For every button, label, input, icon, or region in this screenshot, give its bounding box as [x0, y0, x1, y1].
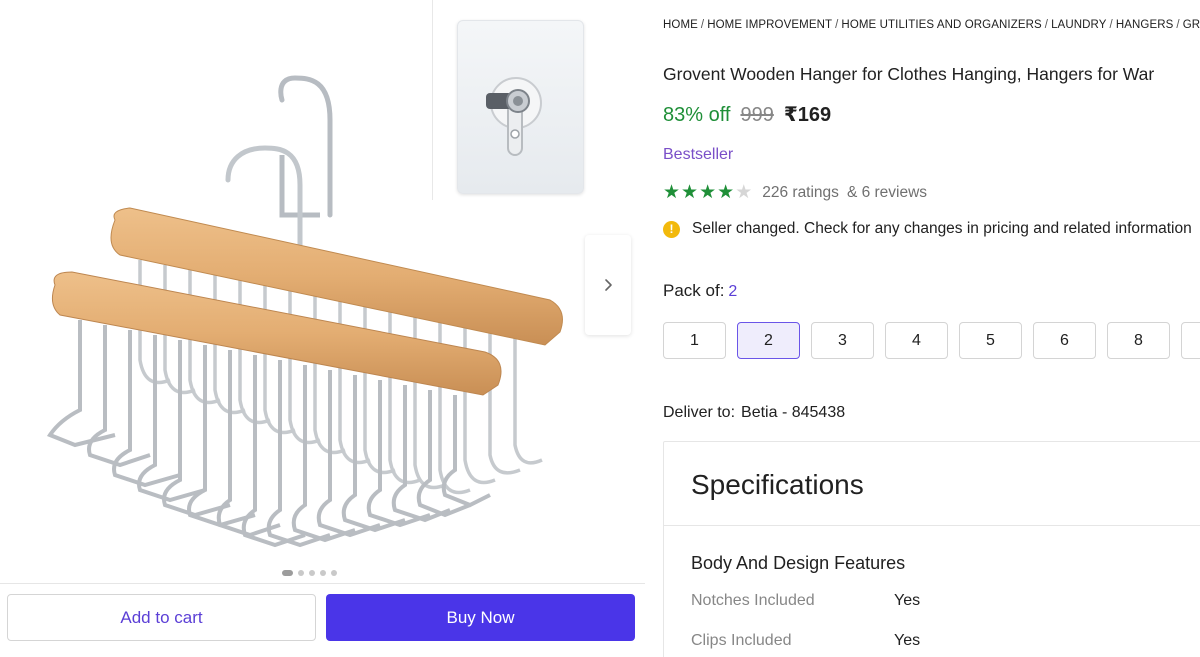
pack-option-1[interactable]: 1: [663, 322, 726, 359]
pagination-dot[interactable]: [282, 570, 293, 576]
breadcrumb-separator: /: [700, 19, 705, 31]
breadcrumb-home-improvement[interactable]: HOME IMPROVEMENT: [707, 19, 832, 31]
breadcrumb-home[interactable]: HOME: [663, 19, 698, 31]
seller-notice-text: Seller changed. Check for any changes in…: [692, 220, 1192, 237]
thumbnail-adhesive-hook[interactable]: [457, 20, 584, 194]
pack-option-5[interactable]: 5: [959, 322, 1022, 359]
deliver-to-label: Deliver to:: [663, 404, 736, 421]
seller-notice: ! Seller changed. Check for any changes …: [663, 220, 1192, 238]
reviews-count: & 6 reviews: [846, 183, 928, 201]
bestseller-badge: Bestseller: [663, 146, 734, 163]
spec-section-title: Body And Design Features: [691, 553, 906, 573]
spec-row: Clips Included Yes: [691, 632, 920, 650]
pack-of-label: Pack of: 2: [663, 281, 737, 301]
breadcrumb-separator: /: [1044, 19, 1049, 31]
gallery-divider: [0, 583, 645, 584]
pack-option-2[interactable]: 2: [737, 322, 800, 359]
spec-value: Yes: [894, 632, 921, 649]
star-icon: ★: [699, 182, 717, 203]
star-rating: ★ ★ ★ ★ ★: [663, 183, 752, 202]
delivery-location[interactable]: Deliver to: Betia - 845438: [663, 404, 845, 422]
breadcrumb-laundry[interactable]: LAUNDRY: [1051, 19, 1106, 31]
spec-key: Clips Included: [691, 632, 792, 649]
breadcrumb-separator: /: [1109, 19, 1113, 31]
product-title: Grovent Wooden Hanger for Clothes Hangin…: [663, 64, 1155, 84]
price-row: 83% off 999 ₹169: [663, 102, 831, 127]
pack-of-selected-value: 2: [728, 283, 738, 300]
product-gallery: Add to cart Buy Now: [0, 0, 645, 657]
product-details: HOME / HOME IMPROVEMENT / HOME UTILITIES AND…: [663, 0, 1200, 657]
breadcrumb-grovent[interactable]: GROV: [1183, 19, 1200, 31]
spec-value: Yes: [894, 592, 921, 609]
specifications-card: Specifications Body And Design Features …: [663, 441, 1200, 657]
star-icon: ★: [663, 182, 681, 203]
spec-key: Notches Included: [691, 592, 815, 609]
pack-option-4[interactable]: 4: [885, 322, 948, 359]
chevron-right-icon: [605, 279, 612, 291]
next-image-button[interactable]: [585, 235, 631, 335]
pack-option-more[interactable]: [1181, 322, 1200, 359]
breadcrumb-separator: /: [835, 19, 839, 31]
thumbnail-divider: [432, 0, 433, 200]
specifications-title: Specifications: [691, 469, 864, 500]
star-icon: ★: [681, 182, 699, 203]
ratings-count: 226 ratings: [762, 183, 839, 201]
original-price: 999: [740, 104, 774, 126]
adhesive-hook-image: [486, 77, 542, 156]
pagination-dot[interactable]: [320, 570, 326, 576]
buy-now-button[interactable]: Buy Now: [326, 594, 635, 641]
pagination-dot[interactable]: [309, 570, 315, 576]
breadcrumb-separator: /: [1176, 19, 1180, 31]
pack-option-3[interactable]: 3: [811, 322, 874, 359]
star-icon: ★: [717, 182, 735, 203]
spec-row: Notches Included Yes: [691, 592, 920, 610]
specifications-divider: [664, 525, 1200, 526]
selling-price: ₹169: [783, 104, 832, 126]
star-icon: ★: [735, 182, 753, 203]
deliver-to-pincode: Betia - 845438: [741, 404, 846, 421]
breadcrumb-home-utilities[interactable]: HOME UTILITIES AND ORGANIZERS: [841, 19, 1041, 31]
pack-option-8[interactable]: 8: [1107, 322, 1170, 359]
breadcrumb-hangers[interactable]: HANGERS: [1116, 19, 1174, 31]
pagination-dot[interactable]: [298, 570, 304, 576]
breadcrumb: HOME / HOME IMPROVEMENT / HOME UTILITIES AND…: [663, 19, 1200, 31]
pack-of-title: Pack of:: [663, 281, 725, 300]
info-icon: !: [663, 220, 680, 238]
pagination-dot[interactable]: [331, 570, 337, 576]
pack-option-6[interactable]: 6: [1033, 322, 1096, 359]
pack-size-options: 1 2 3 4 5 6 8: [663, 322, 1200, 359]
add-to-cart-button[interactable]: Add to cart: [7, 594, 316, 641]
discount-percent: 83% off: [663, 104, 731, 126]
image-pagination-dots: [282, 570, 337, 576]
rating-row[interactable]: ★ ★ ★ ★ ★ 226 ratings & 6 reviews: [663, 183, 927, 202]
